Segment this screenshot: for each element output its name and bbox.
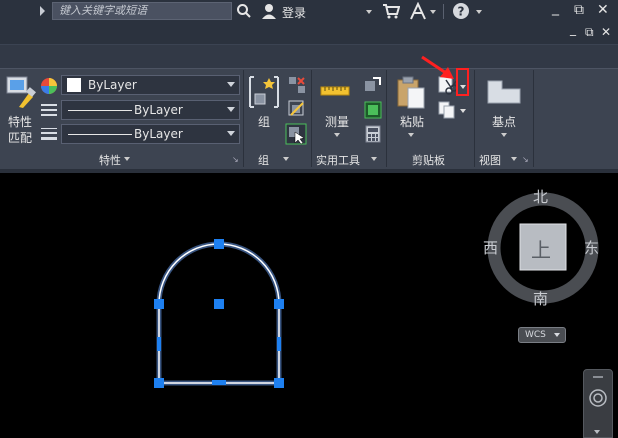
- help-icon[interactable]: ?: [452, 2, 470, 20]
- group-selection-icon[interactable]: [285, 123, 307, 145]
- panel-expand-icon[interactable]: [511, 157, 517, 161]
- grip-left-bottom: [154, 378, 164, 388]
- search-icon[interactable]: [236, 3, 252, 19]
- color-wheel-icon[interactable]: [40, 77, 58, 95]
- dropdown-arrow-icon[interactable]: [408, 133, 414, 137]
- lineweight-select-value: ByLayer: [134, 127, 183, 141]
- linetype-icon[interactable]: [41, 102, 57, 118]
- grip-arc-top: [214, 239, 224, 249]
- group-panel-title[interactable]: 组: [258, 152, 269, 168]
- match-properties-label[interactable]: 特性: [8, 113, 32, 130]
- separator: [443, 4, 444, 19]
- wcs-label: WCS: [525, 330, 546, 340]
- group-button-label[interactable]: 组: [258, 113, 270, 130]
- view-panel-title[interactable]: 视图: [479, 152, 501, 168]
- copy-dropdown-arrow-icon[interactable]: [460, 109, 466, 113]
- panel-launcher-icon[interactable]: ↘: [232, 155, 239, 164]
- paste-icon[interactable]: [396, 76, 426, 110]
- dropdown-arrow-icon[interactable]: [594, 430, 600, 434]
- clipboard-panel-title[interactable]: 剪贴板: [412, 152, 445, 168]
- match-properties-label-2[interactable]: 匹配: [8, 129, 32, 146]
- viewcube-top-face[interactable]: 上: [531, 234, 551, 263]
- select-all-icon[interactable]: [364, 101, 382, 119]
- base-point-label[interactable]: 基点: [492, 113, 516, 130]
- compass-west[interactable]: 西: [483, 237, 498, 258]
- restore-button[interactable]: ⧉: [574, 2, 584, 18]
- linetype-select-value: ByLayer: [134, 103, 183, 117]
- grip-right-mid: [277, 337, 281, 351]
- lineweight-icon[interactable]: [41, 126, 57, 142]
- navigation-bar[interactable]: [583, 369, 613, 438]
- dropdown-arrow-icon[interactable]: [334, 133, 340, 137]
- base-point-icon[interactable]: [486, 79, 522, 105]
- grip-left-top: [154, 299, 164, 309]
- document-window-bar: [0, 24, 618, 44]
- grip-center: [214, 299, 224, 309]
- navbar-grip: [593, 376, 603, 378]
- user-icon[interactable]: [260, 2, 278, 20]
- linetype-preview: [68, 110, 132, 111]
- color-swatch: [67, 78, 81, 92]
- match-properties-icon[interactable]: [5, 75, 37, 109]
- steering-wheel-icon[interactable]: [588, 386, 608, 410]
- calculator-icon[interactable]: [365, 125, 381, 143]
- wcs-menu[interactable]: WCS: [518, 327, 566, 343]
- highlight-box: [456, 68, 469, 96]
- panel-launcher-icon[interactable]: ↘: [522, 155, 529, 164]
- dropdown-arrow-icon[interactable]: [476, 10, 482, 14]
- lineweight-select[interactable]: ByLayer: [61, 124, 240, 144]
- group-edit-icon[interactable]: [288, 100, 306, 118]
- measure-button-label[interactable]: 测量: [325, 113, 349, 130]
- measure-icon[interactable]: [320, 84, 350, 98]
- login-link[interactable]: 登录: [282, 4, 306, 21]
- properties-panel-title[interactable]: 特性: [80, 152, 140, 168]
- red-arrow-annotation-icon: [421, 55, 454, 79]
- color-select-value: ByLayer: [88, 78, 137, 92]
- ribbon-tab-strip: [0, 44, 618, 69]
- compass-north[interactable]: 北: [533, 186, 548, 207]
- grip-right-bottom: [274, 378, 284, 388]
- panel-expand-icon[interactable]: [371, 157, 377, 161]
- dropdown-arrow-icon[interactable]: [366, 10, 372, 14]
- panel-expand-icon[interactable]: [124, 157, 130, 161]
- doc-restore-button[interactable]: ⧉: [585, 25, 594, 40]
- utilities-panel-title[interactable]: 实用工具: [316, 152, 360, 168]
- dropdown-arrow-icon[interactable]: [430, 10, 436, 14]
- compass-east[interactable]: 东: [584, 237, 599, 258]
- expand-arrow-icon[interactable]: [40, 6, 45, 16]
- close-button[interactable]: ✕: [597, 2, 609, 18]
- selected-arch-shape[interactable]: [140, 230, 300, 400]
- lineweight-preview: [68, 134, 132, 135]
- grip-right-top: [274, 299, 284, 309]
- color-select[interactable]: ByLayer: [61, 75, 240, 95]
- paste-button-label[interactable]: 粘贴: [400, 113, 424, 130]
- doc-minimize-button[interactable]: _: [570, 22, 576, 36]
- svg-text:?: ?: [458, 5, 465, 19]
- search-input[interactable]: 键入关键字或短语: [52, 2, 232, 20]
- grip-bottom-mid: [212, 380, 226, 385]
- panel-expand-icon[interactable]: [283, 157, 289, 161]
- linetype-select[interactable]: ByLayer: [61, 100, 240, 120]
- dropdown-arrow-icon[interactable]: [501, 133, 507, 137]
- minimize-button[interactable]: _: [552, 0, 559, 16]
- group-icon[interactable]: [247, 74, 281, 110]
- copy-icon[interactable]: [438, 101, 456, 119]
- autodesk-a-icon[interactable]: [409, 2, 427, 20]
- compass-south[interactable]: 南: [533, 288, 548, 309]
- quick-select-icon[interactable]: [364, 76, 382, 94]
- cart-icon[interactable]: [382, 3, 400, 19]
- doc-close-button[interactable]: ✕: [601, 25, 611, 39]
- grip-left-mid: [157, 337, 161, 351]
- ungroup-icon[interactable]: [288, 76, 306, 94]
